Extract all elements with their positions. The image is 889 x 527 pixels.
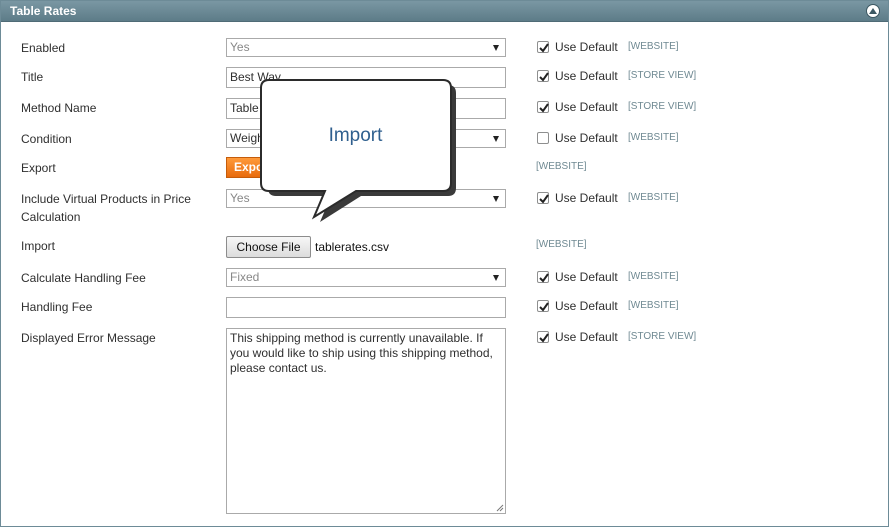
callout-text: Import [328, 125, 383, 146]
import-callout-bubble [260, 79, 456, 222]
